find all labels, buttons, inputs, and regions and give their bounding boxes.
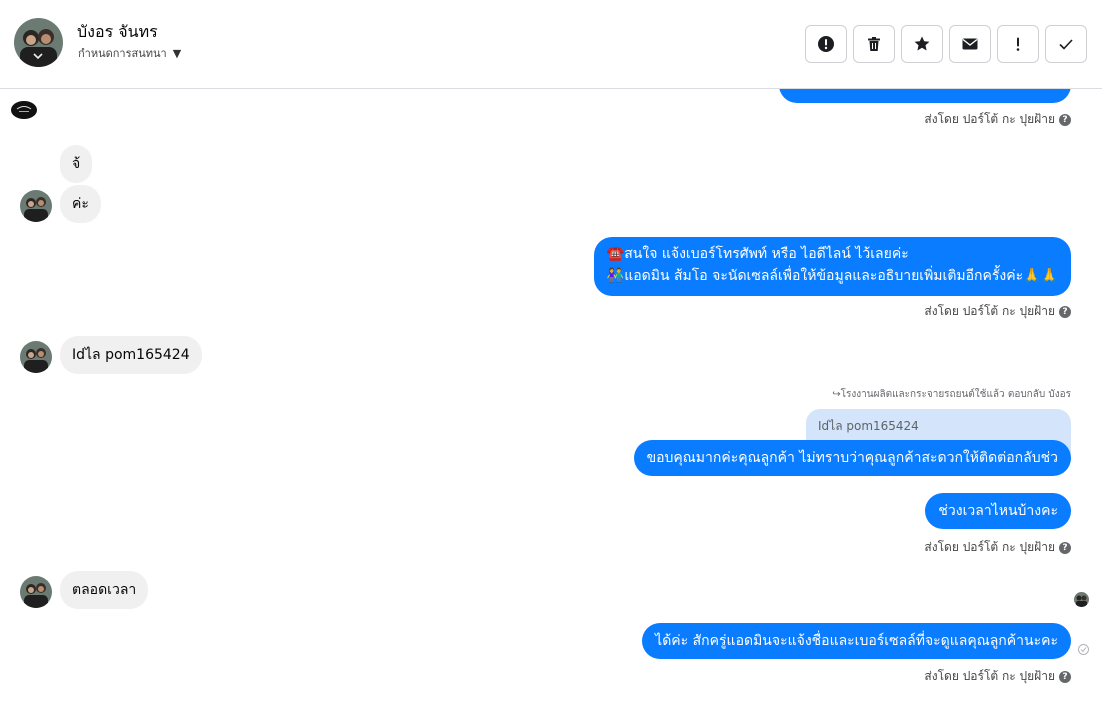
star-button[interactable] — [901, 25, 943, 63]
message-bubble-outgoing[interactable]: ได้ค่ะ สักครู่แอดมินจะแจ้งชื่อและเบอร์เซ… — [642, 623, 1071, 659]
alert-circle-icon — [818, 36, 834, 52]
message-thread: ส่งโดย ปอร์โต้ กะ ปุยฝ้าย ? จ้ ค่ะ ☎️สนใ… — [0, 89, 1102, 702]
contact-avatar[interactable] — [14, 18, 63, 67]
reply-context-label: ↪โรงงานผลิตและกระจายรถยนต์ใช้แล้ว ตอบกลั… — [832, 389, 1071, 400]
subtitle-label: กำหนดการสนทนา — [78, 47, 167, 60]
exclamation-button[interactable] — [997, 25, 1039, 63]
contact-avatar-small — [20, 190, 52, 222]
delete-button[interactable] — [853, 25, 895, 63]
sent-by-text: ส่งโดย ปอร์โต้ กะ ปุยฝ้าย — [924, 304, 1055, 318]
mail-icon — [962, 38, 978, 50]
trash-icon — [868, 37, 880, 51]
message-bubble-incoming[interactable]: ค่ะ — [60, 185, 101, 223]
page-logo-avatar — [11, 101, 37, 119]
star-icon — [914, 36, 930, 51]
sent-by-label: ส่งโดย ปอร์โต้ กะ ปุยฝ้าย ? — [924, 302, 1071, 321]
sent-by-label: ส่งโดย ปอร์โต้ กะ ปุยฝ้าย ? — [924, 538, 1071, 557]
alert-button[interactable] — [805, 25, 847, 63]
contact-avatar-small — [20, 576, 52, 608]
message-bubble-outgoing-cutoff — [779, 89, 1071, 103]
check-icon — [1059, 39, 1073, 50]
message-line: 👫แอดมิน ส้มโอ จะนัดเซลล์เพื่อให้ข้อมูลแล… — [606, 268, 1058, 284]
message-bubble-outgoing[interactable]: ช่วงเวลาไหนบ้างคะ — [925, 493, 1071, 529]
help-icon[interactable]: ? — [1059, 113, 1071, 126]
sent-by-text: ส่งโดย ปอร์โต้ กะ ปุยฝ้าย — [924, 540, 1055, 554]
sent-by-text: ส่งโดย ปอร์โต้ กะ ปุยฝ้าย — [924, 112, 1055, 126]
message-bubble-outgoing[interactable]: ขอบคุณมากค่ะคุณลูกค้า ไม่ทราบว่าคุณลูกค้… — [633, 440, 1071, 476]
message-bubble-incoming[interactable]: จ้ — [60, 145, 93, 183]
delivered-check-icon — [1078, 644, 1089, 655]
help-icon[interactable]: ? — [1059, 670, 1071, 683]
mail-button[interactable] — [949, 25, 991, 63]
message-line: ☎️สนใจ แจ้งเบอร์โทรศัพท์ หรือ ไอดีไลน์ ไ… — [606, 246, 909, 262]
sent-by-label: ส่งโดย ปอร์โต้ กะ ปุยฝ้าย ? — [924, 110, 1071, 129]
seen-avatar — [1074, 592, 1089, 607]
help-icon[interactable]: ? — [1059, 305, 1071, 318]
mark-done-button[interactable] — [1045, 25, 1087, 63]
sent-by-text: ส่งโดย ปอร์โต้ กะ ปุยฝ้าย — [924, 669, 1055, 683]
contact-name[interactable]: บังอร จันทร — [77, 20, 158, 45]
message-bubble-outgoing[interactable]: ☎️สนใจ แจ้งเบอร์โทรศัพท์ หรือ ไอดีไลน์ ไ… — [593, 237, 1071, 296]
message-bubble-incoming[interactable]: Idไล pom165424 — [60, 336, 202, 374]
conversation-header: บังอร จันทร กำหนดการสนทนา ▼ — [0, 0, 1102, 89]
contact-avatar-small — [20, 341, 52, 373]
message-bubble-incoming[interactable]: ตลอดเวลา — [60, 571, 149, 609]
sent-by-label: ส่งโดย ปอร์โต้ กะ ปุยฝ้าย ? — [924, 667, 1071, 686]
conversation-subtitle[interactable]: กำหนดการสนทนา ▼ — [78, 44, 181, 62]
conversation-actions — [805, 25, 1087, 63]
exclamation-icon — [1016, 37, 1020, 51]
help-icon[interactable]: ? — [1059, 541, 1071, 554]
caret-down-icon: ▼ — [172, 46, 182, 60]
